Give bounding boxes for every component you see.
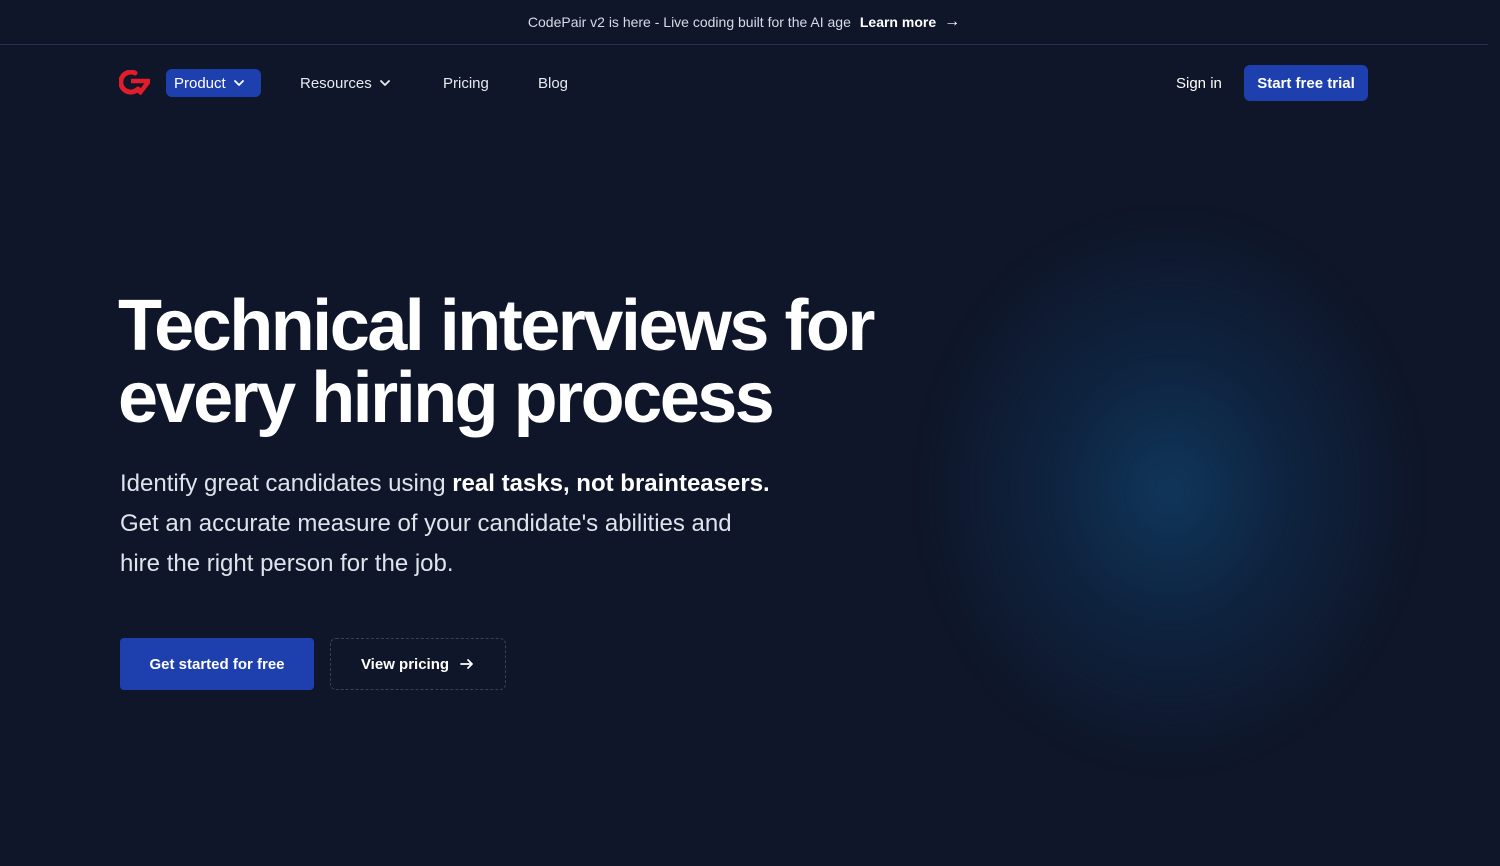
hero-subtitle-part1: Identify great candidates using [120,470,453,497]
nav-item-product[interactable]: Product [166,69,261,97]
arrow-right-icon [460,659,473,669]
nav-item-resources[interactable]: Resources [300,69,391,97]
learn-more-label: Learn more [859,14,937,30]
nav-item-pricing[interactable]: Pricing [443,69,489,97]
nav-item-blog[interactable]: Blog [538,69,568,97]
nav-item-label: Pricing [443,74,489,92]
nav-item-label: Resources [300,74,372,92]
hero-title-line1: Technical interviews for [118,286,875,366]
get-started-button[interactable]: Get started for free [120,638,314,690]
chevron-down-icon [233,80,244,86]
arrow-right-icon: → [944,13,961,30]
view-pricing-label: View pricing [360,655,450,673]
announcement-bar: CodePair v2 is here - Live coding built … [0,0,1488,45]
nav-item-label: Blog [538,74,569,92]
learn-more-link[interactable]: Learn more → [860,13,960,31]
start-free-trial-button[interactable]: Start free trial [1244,65,1368,101]
nav-item-label: Product [174,74,226,92]
hero-subtitle-part2: Get an accurate measure of your candidat… [120,510,732,577]
main-nav: Product Resources Pricing Blog Sign in S… [0,45,1500,122]
landing-page: CodePair v2 is here - Live coding built … [0,0,1500,866]
chevron-down-icon [379,80,390,86]
sign-in-link[interactable]: Sign in [1176,69,1222,97]
announcement-message: CodePair v2 is here - Live coding built … [527,14,851,30]
view-pricing-button[interactable]: View pricing [330,638,506,690]
hero-subtitle-emphasis: real tasks, not brainteasers. [452,470,770,497]
hero-subtitle: Identify great candidates using real tas… [120,464,770,584]
background-glow [920,210,1420,770]
hero-title: Technical interviews for every hiring pr… [118,290,938,434]
hero-title-line2: every hiring process [118,358,775,438]
codepair-logo-icon[interactable] [119,70,150,95]
